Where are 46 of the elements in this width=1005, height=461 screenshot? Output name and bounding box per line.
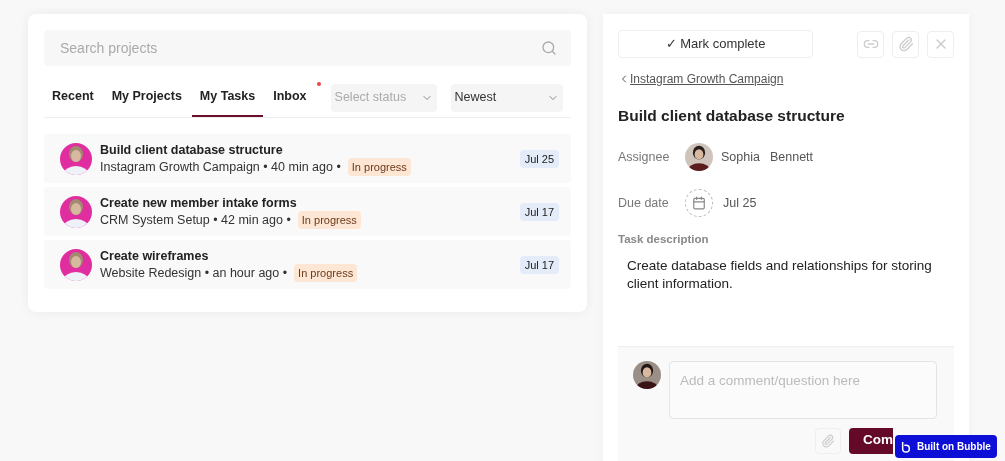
- mark-complete-button[interactable]: ✓ Mark complete: [618, 30, 813, 58]
- dropdown[interactable]: Newest: [450, 83, 563, 112]
- tab[interactable]: Recent: [44, 78, 102, 117]
- task-meta: CRM System Setup • 42 min ago •: [100, 211, 291, 228]
- due-date-badge: Jul 17: [519, 202, 559, 221]
- status-badge: In progress: [294, 263, 358, 282]
- field-label: Due date: [618, 194, 670, 212]
- due-date: Jul 25: [723, 194, 757, 212]
- tab[interactable]: My Tasks: [191, 78, 264, 117]
- calendar-icon: [692, 196, 706, 211]
- link-button[interactable]: [857, 30, 884, 58]
- project-link[interactable]: Instagram Growth Campaign: [630, 70, 784, 88]
- assignee-name: Sophia: [721, 148, 760, 166]
- task-title: Create new member intake forms: [100, 194, 298, 211]
- tab[interactable]: Inbox: [265, 78, 315, 117]
- comment-button[interactable]: Com: [849, 427, 893, 454]
- task-row[interactable]: Create wireframes Website Redesign • an hour ago • In progress Jul 17: [44, 240, 571, 289]
- task-title: Create wireframes: [100, 247, 210, 264]
- status-badge: In progress: [297, 210, 361, 229]
- bubble-logo-icon: [901, 440, 911, 453]
- task-row[interactable]: Create new member intake forms CRM System Setup • 42 min ago • In progress Jul 17: [44, 187, 571, 236]
- section-label: Task description: [618, 232, 710, 248]
- attach-button[interactable]: [815, 427, 841, 454]
- search-icon: [541, 40, 557, 56]
- dropdown-placeholder: Select status: [334, 89, 407, 107]
- task-description: Create database fields and relationships for storing client information.: [626, 256, 933, 293]
- attach-button[interactable]: [892, 30, 919, 58]
- field-label: Assignee: [618, 148, 671, 166]
- task-title: Build client database structure: [618, 106, 846, 126]
- paperclip-icon: [821, 433, 835, 448]
- built-on-bubble-badge[interactable]: Built on Bubble: [895, 435, 997, 458]
- status-badge: In progress: [347, 157, 411, 176]
- search-field[interactable]: Search projects: [44, 30, 571, 66]
- due-date-badge: Jul 25: [519, 149, 559, 168]
- tab[interactable]: My Projects: [103, 78, 190, 117]
- task-row[interactable]: Build client database structure Instagram Growth Campaign • 40 min ago • In progress Jul 25: [44, 134, 571, 183]
- due-date-badge: Jul 17: [519, 255, 559, 274]
- task-meta: Website Redesign • an hour ago •: [100, 264, 288, 281]
- task-title: Build client database structure: [100, 141, 284, 158]
- paperclip-icon: [897, 36, 914, 52]
- task-meta: Instagram Growth Campaign • 40 min ago •: [100, 158, 341, 175]
- close-button[interactable]: [927, 30, 954, 58]
- assignee-name: Bennett: [769, 148, 814, 166]
- comment-field[interactable]: Add a comment/question here: [669, 360, 937, 419]
- dropdown-value: Newest: [454, 89, 497, 107]
- badge-label: Built on Bubble: [917, 440, 991, 454]
